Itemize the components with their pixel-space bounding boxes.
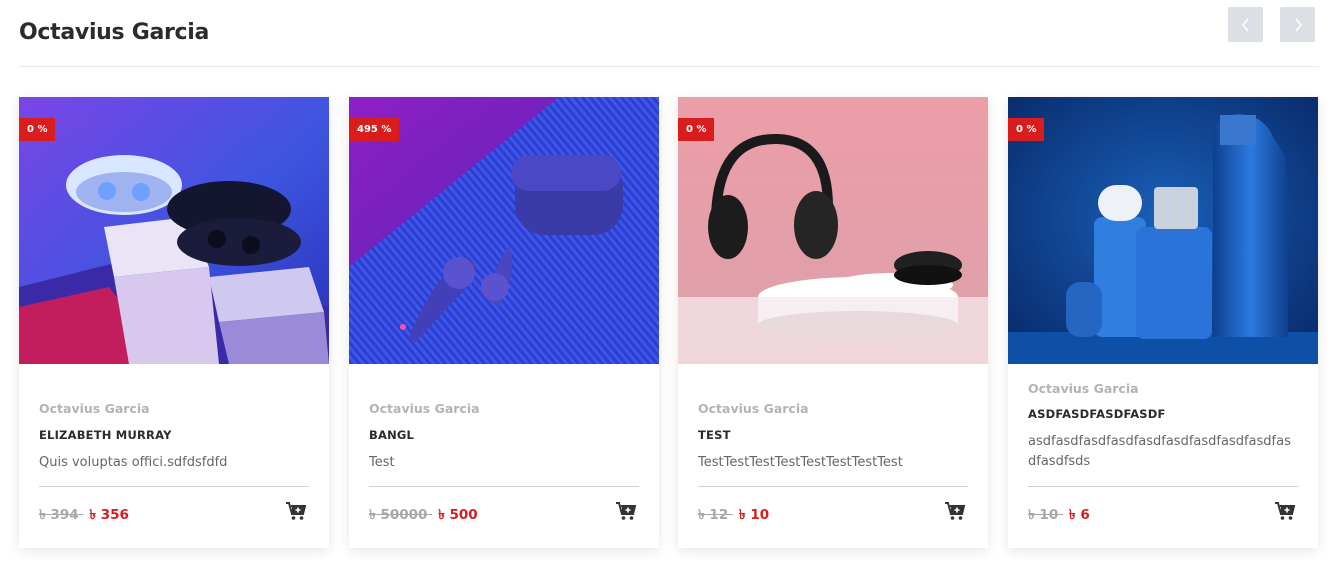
card-divider — [1028, 486, 1298, 487]
carousel-next-button[interactable] — [1280, 7, 1315, 42]
add-to-cart-icon — [1275, 502, 1296, 520]
product-brand[interactable]: Octavius Garcia — [1028, 381, 1139, 396]
product-name[interactable]: ELIZABETH MURRAY — [39, 428, 172, 442]
add-to-cart-button[interactable] — [615, 501, 637, 521]
product-description: Quis voluptas offici.sdfdsfdfd — [39, 455, 228, 470]
product-brand[interactable]: Octavius Garcia — [698, 401, 809, 416]
product-brand[interactable]: Octavius Garcia — [369, 401, 480, 416]
chevron-left-icon — [1241, 17, 1249, 32]
price-row: ৳ 10 ৳ 6 — [1028, 504, 1090, 527]
carousel-prev-button[interactable] — [1228, 7, 1263, 42]
add-to-cart-button[interactable] — [285, 501, 307, 521]
card-divider — [698, 486, 968, 487]
add-to-cart-icon — [616, 502, 637, 520]
product-name[interactable]: BANGL — [369, 428, 414, 442]
section-header: Octavius Garcia — [19, 0, 1319, 67]
new-price: ৳ 6 — [1068, 507, 1090, 523]
product-description: TestTestTestTestTestTestTestTest — [698, 455, 903, 470]
discount-badge: 0 % — [19, 118, 56, 141]
product-image[interactable]: 0 % — [19, 97, 329, 364]
add-to-cart-icon — [286, 502, 307, 520]
old-price: ৳ 394 — [39, 507, 79, 523]
discount-badge: 0 % — [678, 118, 715, 141]
price-row: ৳ 394 ৳ 356 — [39, 504, 129, 527]
chevron-right-icon — [1294, 17, 1302, 32]
new-price: ৳ 10 — [738, 507, 770, 523]
product-card[interactable]: 0 % Octavius Garcia ASDFASDFASDFASDF asd… — [1008, 97, 1318, 548]
product-carousel: 0 % Octavius Garcia ELIZABETH MURRAY Qui… — [19, 97, 1319, 549]
new-price: ৳ 356 — [89, 507, 129, 523]
discount-badge: 495 % — [349, 118, 400, 141]
old-price: ৳ 10 — [1028, 507, 1059, 523]
product-image[interactable]: 0 % — [1008, 97, 1318, 364]
add-to-cart-icon — [945, 502, 966, 520]
add-to-cart-button[interactable] — [944, 501, 966, 521]
new-price: ৳ 500 — [438, 507, 478, 523]
price-row: ৳ 12 ৳ 10 — [698, 504, 769, 527]
product-description: Test — [369, 455, 395, 470]
product-name[interactable]: TEST — [698, 428, 731, 442]
product-card[interactable]: 495 % Octavius Garcia BANGL Test ৳ 50000… — [349, 97, 659, 548]
discount-badge: 0 % — [1008, 118, 1045, 141]
product-card[interactable]: 0 % Octavius Garcia TEST TestTestTestTes… — [678, 97, 988, 548]
product-description: asdfasdfasdfasdfasdfasdfasdfasdfasdfasdf… — [1028, 434, 1291, 469]
product-name[interactable]: ASDFASDFASDFASDF — [1028, 407, 1166, 421]
card-divider — [39, 486, 309, 487]
card-divider — [369, 486, 639, 487]
add-to-cart-button[interactable] — [1274, 501, 1296, 521]
price-row: ৳ 50000 ৳ 500 — [369, 504, 478, 527]
product-image[interactable]: 495 % — [349, 97, 659, 364]
product-image[interactable]: 0 % — [678, 97, 988, 364]
section-title: Octavius Garcia — [19, 20, 210, 45]
old-price: ৳ 12 — [698, 507, 729, 523]
old-price: ৳ 50000 — [369, 507, 428, 523]
product-brand[interactable]: Octavius Garcia — [39, 401, 150, 416]
product-card[interactable]: 0 % Octavius Garcia ELIZABETH MURRAY Qui… — [19, 97, 329, 548]
